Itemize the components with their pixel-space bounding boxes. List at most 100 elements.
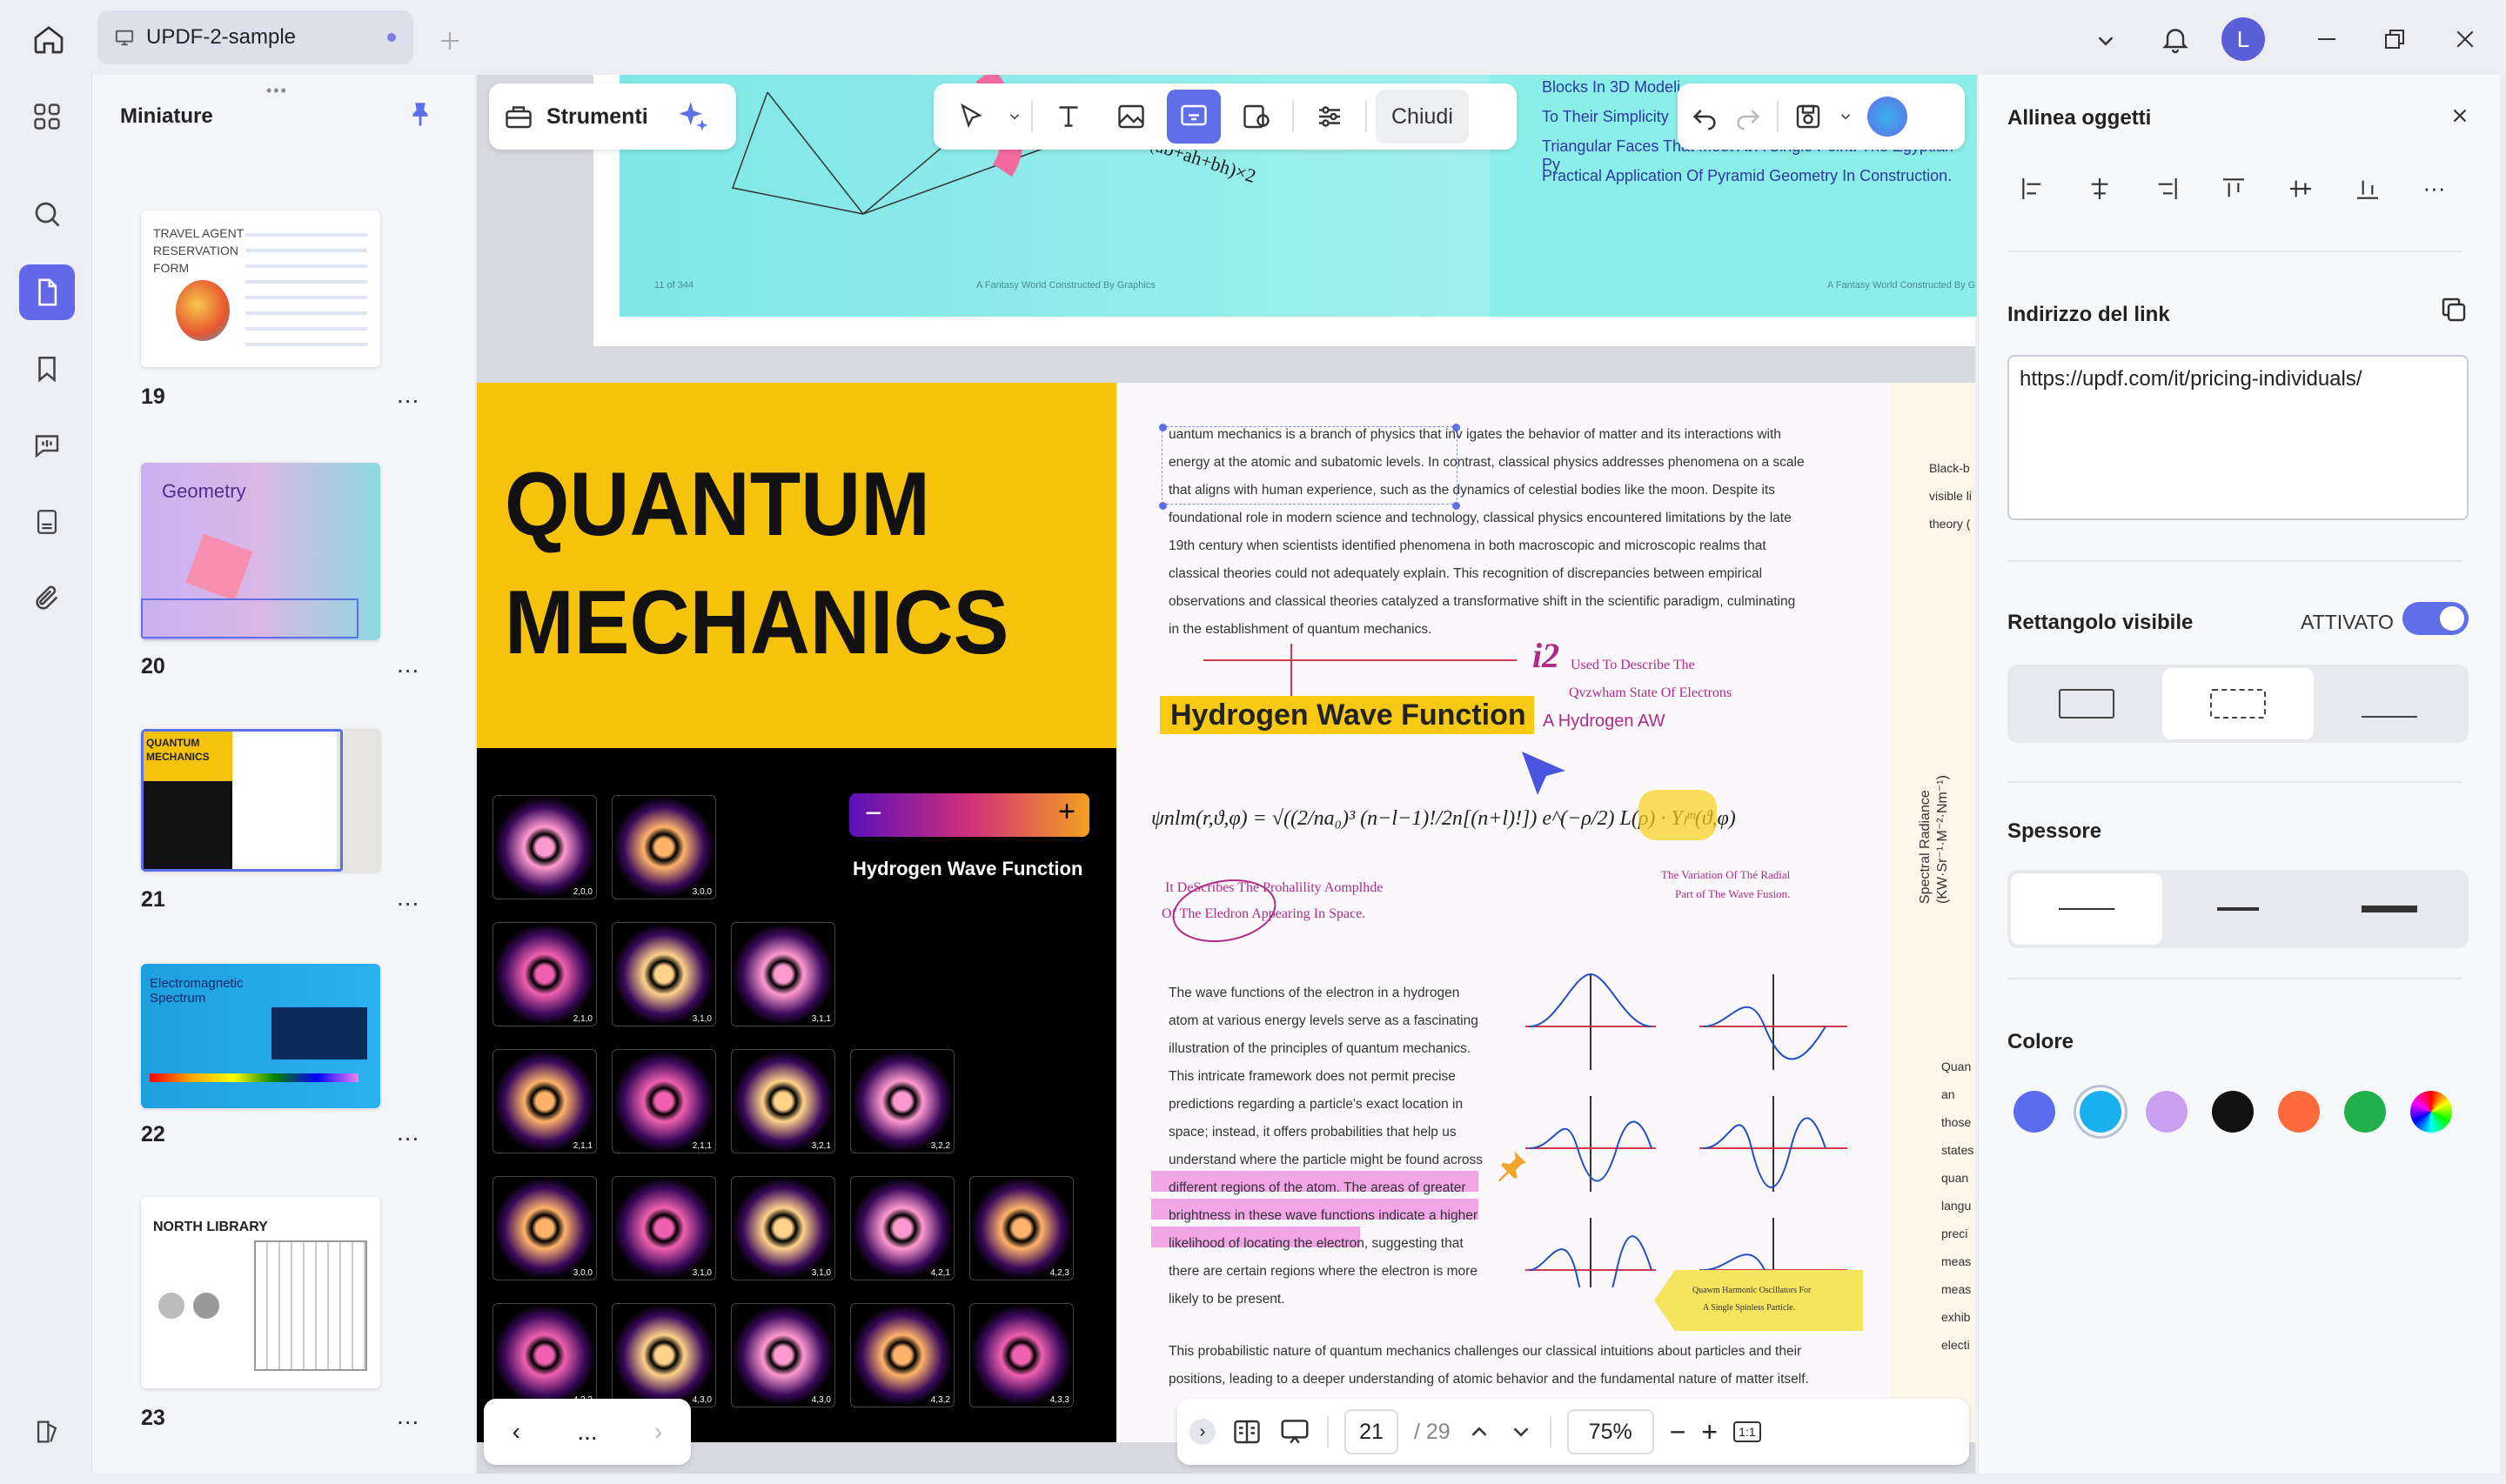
chevron-down-icon[interactable] bbox=[2080, 15, 2132, 67]
search-icon[interactable] bbox=[19, 186, 75, 242]
dashed-border-option[interactable] bbox=[2162, 668, 2314, 739]
bookmark-icon[interactable] bbox=[19, 341, 75, 397]
thumbnail-22[interactable]: Electromagnetic Spectrum bbox=[141, 964, 380, 1108]
drag-handle[interactable]: ••• bbox=[266, 82, 288, 100]
thumb-label: Electromagnetic Spectrum bbox=[150, 976, 244, 1006]
page-input[interactable]: 21 bbox=[1344, 1409, 1398, 1454]
orbital-label: 2,1,0 bbox=[573, 1014, 593, 1024]
chevron-left-icon[interactable]: ‹ bbox=[513, 1418, 520, 1446]
document-tab[interactable]: UPDF-2-sample bbox=[97, 10, 413, 64]
thumbnail-23[interactable]: NORTH LIBRARY bbox=[141, 1197, 380, 1388]
color-swatch-orange[interactable] bbox=[2278, 1091, 2320, 1133]
stamp-icon[interactable] bbox=[19, 494, 75, 550]
image-tool-icon[interactable] bbox=[1104, 90, 1158, 144]
thumbnail-19[interactable]: TRAVEL AGENT RESERVATION FORM bbox=[141, 211, 380, 367]
text-tool-icon[interactable] bbox=[1042, 90, 1096, 144]
link-tool-icon[interactable] bbox=[1167, 90, 1221, 144]
footer-right: A Fantasy World Constructed By G bbox=[1827, 280, 1976, 291]
more-icon[interactable]: ... bbox=[397, 1119, 419, 1146]
align-right-icon[interactable] bbox=[2141, 164, 2191, 213]
orbital-label: 4,3,3 bbox=[1049, 1395, 1069, 1405]
more-icon[interactable]: ··· bbox=[2409, 164, 2459, 213]
bell-icon[interactable] bbox=[2149, 13, 2201, 65]
ai-sparkle-icon[interactable] bbox=[676, 99, 711, 134]
pin-annotation-icon[interactable] bbox=[1494, 1148, 1529, 1183]
thickness-title: Spessore bbox=[2007, 819, 2102, 843]
sticky-note[interactable]: Quawm Harmonic Oscillators For A Single … bbox=[1654, 1270, 1863, 1331]
chevron-right-icon[interactable]: › bbox=[654, 1418, 662, 1446]
chevron-down-icon[interactable] bbox=[1007, 109, 1022, 124]
more-icon[interactable]: ... bbox=[397, 884, 419, 912]
more-button[interactable]: ... bbox=[577, 1418, 597, 1446]
more-icon[interactable]: ... bbox=[397, 651, 419, 678]
chevron-down-icon[interactable] bbox=[1838, 109, 1853, 124]
undo-icon[interactable] bbox=[1690, 102, 1719, 131]
chevron-up-icon[interactable] bbox=[1466, 1419, 1492, 1445]
annotation-i2: i2 bbox=[1532, 636, 1560, 675]
more-icon[interactable]: ... bbox=[397, 1402, 419, 1430]
home-icon[interactable] bbox=[23, 13, 75, 65]
toolbox-icon[interactable] bbox=[503, 101, 534, 132]
close-panel-icon[interactable] bbox=[2449, 104, 2471, 127]
close-edit-button[interactable]: Chiudi bbox=[1376, 90, 1469, 144]
color-swatch-green[interactable] bbox=[2344, 1091, 2386, 1133]
orbital-label: 3,2,1 bbox=[811, 1141, 831, 1151]
thumbnail-21[interactable]: QUANTUM MECHANICS bbox=[141, 729, 380, 872]
align-bottom-icon[interactable] bbox=[2342, 164, 2392, 213]
color-swatch-blue[interactable] bbox=[2014, 1091, 2055, 1133]
orbital-label: 4,3,0 bbox=[811, 1395, 831, 1405]
select-tool-icon[interactable] bbox=[944, 90, 998, 144]
align-middle-icon[interactable] bbox=[2275, 164, 2325, 213]
handle[interactable] bbox=[1159, 424, 1167, 431]
align-center-icon[interactable] bbox=[2074, 164, 2124, 213]
strip-text: Quan an those states quan langu preci meas meas e… bbox=[1941, 1060, 1974, 1352]
attachment-icon[interactable] bbox=[19, 571, 75, 626]
presentation-icon[interactable] bbox=[1278, 1415, 1311, 1448]
thumbnail-20[interactable]: Geometry bbox=[141, 463, 380, 640]
ai-assistant-icon[interactable] bbox=[1867, 97, 1907, 137]
medium-line-option[interactable] bbox=[2162, 873, 2314, 945]
avatar[interactable]: L bbox=[2221, 17, 2265, 61]
form-tool-icon[interactable] bbox=[1230, 90, 1283, 144]
align-top-icon[interactable] bbox=[2208, 164, 2258, 213]
close-icon[interactable] bbox=[2439, 13, 2491, 65]
zoom-out-icon[interactable]: − bbox=[1670, 1416, 1686, 1448]
pin-icon[interactable] bbox=[405, 99, 435, 129]
handle[interactable] bbox=[1159, 502, 1167, 510]
zoom-in-icon[interactable]: + bbox=[1701, 1416, 1718, 1448]
intro-line: energy at the atomic and subatomic level… bbox=[1169, 455, 1805, 470]
theme-icon[interactable] bbox=[19, 1404, 75, 1460]
axis-label: Spectral Radiance (KW·Sr⁻¹·M⁻²·Nm⁻¹) bbox=[1918, 775, 1950, 904]
link-url-input[interactable]: https://updf.com/it/pricing-individuals/ bbox=[2007, 355, 2469, 520]
save-icon[interactable] bbox=[1792, 101, 1824, 132]
actual-size-icon[interactable]: 1:1 bbox=[1733, 1421, 1761, 1442]
thumb-label: TRAVEL AGENT RESERVATION FORM bbox=[153, 226, 244, 275]
zoom-input[interactable]: 75% bbox=[1566, 1409, 1654, 1454]
thumbnails-icon[interactable] bbox=[19, 264, 75, 320]
settings-sliders-icon[interactable] bbox=[1303, 90, 1357, 144]
align-left-icon[interactable] bbox=[2007, 164, 2057, 213]
collapse-icon[interactable]: › bbox=[1189, 1419, 1216, 1445]
visible-rect-toggle[interactable] bbox=[2402, 602, 2469, 635]
new-tab-button[interactable] bbox=[424, 15, 476, 67]
chevron-down-icon[interactable] bbox=[1508, 1419, 1534, 1445]
comments-icon[interactable] bbox=[19, 418, 75, 473]
color-swatch-black[interactable] bbox=[2212, 1091, 2254, 1133]
tools-label[interactable]: Strumenti bbox=[546, 104, 648, 130]
organize-pages-icon[interactable] bbox=[19, 89, 75, 144]
thick-line-option[interactable] bbox=[2314, 873, 2465, 945]
annotation-line bbox=[1203, 659, 1517, 661]
minimize-icon[interactable] bbox=[2301, 13, 2353, 65]
solid-border-option[interactable] bbox=[2011, 668, 2162, 739]
rect-title: Rettangolo visibile bbox=[2007, 611, 2194, 634]
restore-icon[interactable] bbox=[2369, 13, 2421, 65]
page-layout-icon[interactable] bbox=[1231, 1416, 1263, 1447]
copy-icon[interactable] bbox=[2438, 294, 2469, 325]
color-picker-rainbow[interactable] bbox=[2410, 1091, 2452, 1133]
thin-line-option[interactable] bbox=[2011, 873, 2162, 945]
color-swatch-lavender[interactable] bbox=[2146, 1091, 2188, 1133]
redo-icon[interactable] bbox=[1733, 102, 1763, 131]
color-swatch-cyan[interactable] bbox=[2080, 1091, 2121, 1133]
more-icon[interactable]: ... bbox=[397, 381, 419, 409]
underline-border-option[interactable] bbox=[2314, 668, 2465, 739]
